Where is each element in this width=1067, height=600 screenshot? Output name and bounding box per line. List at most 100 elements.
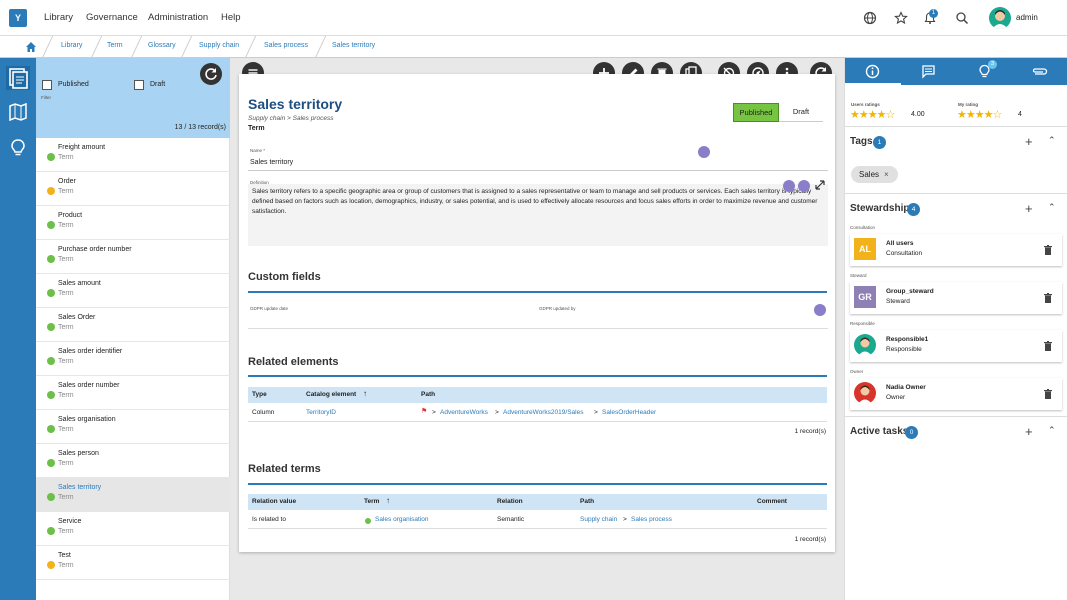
menu-help[interactable]: Help [221,12,241,23]
breadcrumb-sales-process[interactable]: Sales process [264,42,308,49]
list-item[interactable]: Order Term [36,172,230,206]
steward-name: Nadia Owner [886,384,926,391]
breadcrumb-supply-chain[interactable]: Supply chain [199,42,239,49]
breadcrumb-sales-territory[interactable]: Sales territory [332,42,375,49]
draft-checkbox[interactable] [134,80,144,90]
steward-role: Responsible [886,346,922,353]
col-catalog-element[interactable]: Catalog element [306,391,356,398]
list-item[interactable]: Test Term [36,546,230,580]
menu-library[interactable]: Library [44,12,73,23]
list-item-name: Test [58,552,71,559]
home-icon[interactable] [25,41,37,53]
list-item[interactable]: Sales organisation Term [36,410,230,444]
tab-suggestions[interactable]: 3 [957,58,1013,85]
remove-tag-icon[interactable]: × [884,166,889,183]
username[interactable]: admin [1016,13,1038,22]
cell-catalog-element[interactable]: TerritoryID [306,409,336,416]
path-segment[interactable]: SalesOrderHeader [602,409,656,416]
table-row[interactable]: Column TerritoryID ⚑ > AdventureWorks > … [248,404,827,422]
tab-info[interactable] [845,58,901,85]
trash-icon[interactable] [1044,389,1052,399]
related-terms-count: 1 record(s) [794,536,826,543]
map-icon [9,102,27,122]
breadcrumb-term[interactable]: Term [107,42,123,49]
breadcrumb-library[interactable]: Library [61,42,82,49]
col-comment[interactable]: Comment [757,498,787,505]
col-path[interactable]: Path [580,498,594,505]
sort-icon[interactable]: ↑ [363,389,367,398]
list-item[interactable]: Product Term [36,206,230,240]
refresh-list-button[interactable] [200,63,222,85]
tab-attachments[interactable] [1013,58,1067,85]
definition-translate-icon[interactable] [783,180,795,192]
col-term[interactable]: Term [364,498,379,505]
definition-field[interactable]: Sales territory refers to a specific geo… [248,184,828,246]
nav-map[interactable] [8,102,28,122]
list-item[interactable]: Service Term [36,512,230,546]
user-avatar[interactable] [989,7,1011,29]
published-label: Published [58,81,89,88]
col-path[interactable]: Path [421,391,435,398]
list-item[interactable]: Freight amount Term [36,138,230,172]
col-relation-value[interactable]: Relation value [252,498,296,505]
expand-icon[interactable] [815,180,825,190]
list-item[interactable]: Sales territory Term [36,478,230,512]
gdpr-by-label: GDPR updated by [539,306,576,311]
add-steward-icon[interactable]: + [1025,201,1033,216]
status-published-toggle[interactable]: Published [733,103,779,122]
detail-area: Sales territory Supply chain > Sales pro… [230,58,844,600]
list-item-type: Term [58,426,74,433]
trash-icon[interactable] [1044,341,1052,351]
path-segment[interactable]: AdventureWorks [440,409,488,416]
tag-chip[interactable]: Sales × [851,166,898,183]
list-item[interactable]: Purchase order number Term [36,240,230,274]
tags-count: 1 [873,136,886,149]
status-dot [47,153,55,161]
status-draft-toggle[interactable]: Draft [779,103,823,122]
collapse-tasks-icon[interactable]: ⌃ [1048,425,1056,436]
term-detail-card: Sales territory Supply chain > Sales pro… [239,74,835,552]
list-item[interactable]: Sales Order Term [36,308,230,342]
app-logo[interactable]: Y [9,9,27,27]
gdpr-edit-icon[interactable] [814,304,826,316]
cell-term[interactable]: Sales organisation [375,516,428,523]
sort-icon[interactable]: ↑ [386,496,390,505]
path-segment[interactable]: Supply chain [580,516,617,523]
stewardship-title: Stewardship [850,203,910,214]
globe-icon[interactable] [863,11,877,25]
search-icon[interactable] [955,11,969,25]
table-row[interactable]: Is related to Sales organisation Semanti… [248,511,827,529]
path-segment[interactable]: AdventureWorks2019/Sales [503,409,583,416]
trash-icon[interactable] [1044,293,1052,303]
list-item-type: Term [58,154,74,161]
collapse-tags-icon[interactable]: ⌃ [1048,135,1056,146]
my-rating-stars[interactable]: ★★★★☆ [957,108,1002,121]
star-icon[interactable] [894,11,908,25]
breadcrumb-glossary[interactable]: Glossary [148,42,176,49]
steward-avatar: AL [854,238,876,260]
flag-icon: ⚑ [421,408,428,415]
nav-ideas[interactable] [8,138,28,158]
menu-administration[interactable]: Administration [148,12,208,23]
list-item[interactable]: Sales order identifier Term [36,342,230,376]
name-field[interactable]: Sales territory [250,159,293,166]
list-item[interactable]: Sales amount Term [36,274,230,308]
tab-comments[interactable] [901,58,957,85]
definition-suggest-icon[interactable] [798,180,810,192]
menu-governance[interactable]: Governance [86,12,138,23]
col-type[interactable]: Type [252,391,267,398]
add-task-icon[interactable]: + [1025,424,1033,439]
translate-icon[interactable] [698,146,710,158]
cell-type: Column [252,409,275,416]
add-tag-icon[interactable]: + [1025,134,1033,149]
nav-library[interactable] [6,66,30,90]
col-relation[interactable]: Relation [497,498,523,505]
trash-icon[interactable] [1044,245,1052,255]
path-segment[interactable]: Sales process [631,516,672,523]
list-item[interactable]: Sales person Term [36,444,230,478]
steward-card: Nadia Owner Owner [850,378,1062,410]
list-item[interactable]: Sales order number Term [36,376,230,410]
published-checkbox[interactable] [42,80,52,90]
list-item-type: Term [58,494,74,501]
collapse-stewardship-icon[interactable]: ⌃ [1048,202,1056,213]
